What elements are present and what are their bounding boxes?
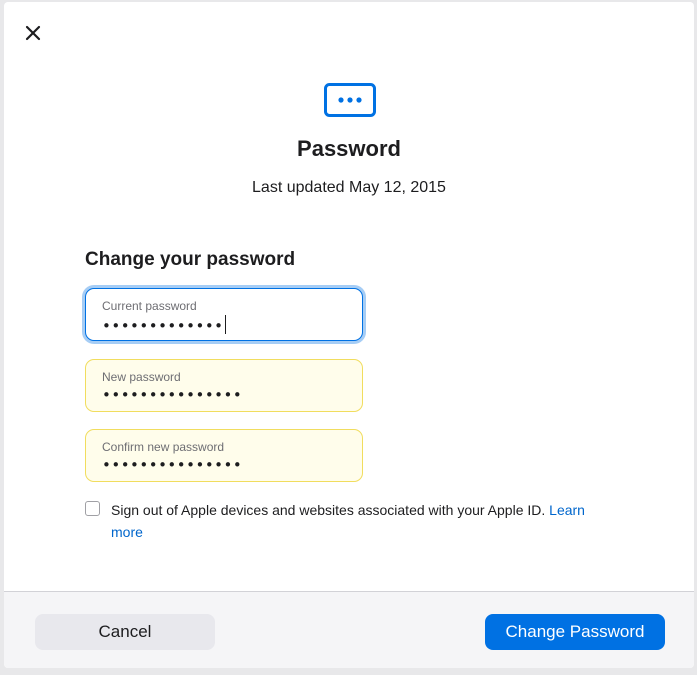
new-password-value[interactable]: ••••••••••••••• <box>102 386 242 404</box>
sign-out-checkbox-label: Sign out of Apple devices and websites a… <box>111 499 611 543</box>
current-password-value[interactable]: ••••••••••••• <box>102 315 226 335</box>
password-dialog: Password Last updated May 12, 2015 Chang… <box>4 2 694 668</box>
new-password-field[interactable]: New password ••••••••••••••• <box>85 359 363 412</box>
current-password-field[interactable]: Current password ••••••••••••• <box>85 288 363 341</box>
text-caret <box>224 315 226 334</box>
dialog-footer: Cancel Change Password <box>4 591 694 668</box>
cancel-button[interactable]: Cancel <box>35 614 215 650</box>
last-updated-text: Last updated May 12, 2015 <box>252 179 446 196</box>
close-icon[interactable] <box>22 22 44 44</box>
password-dots-icon <box>324 83 376 117</box>
confirm-password-field[interactable]: Confirm new password ••••••••••••••• <box>85 429 363 482</box>
dialog-title: Password <box>297 136 401 161</box>
section-heading: Change your password <box>85 249 296 270</box>
sign-out-text: Sign out of Apple devices and websites a… <box>111 502 546 518</box>
confirm-password-value[interactable]: ••••••••••••••• <box>102 456 242 474</box>
current-password-label: Current password <box>102 299 197 313</box>
change-password-button[interactable]: Change Password <box>485 614 665 650</box>
new-password-label: New password <box>102 370 181 384</box>
sign-out-checkbox[interactable] <box>85 501 100 516</box>
confirm-password-label: Confirm new password <box>102 440 225 454</box>
